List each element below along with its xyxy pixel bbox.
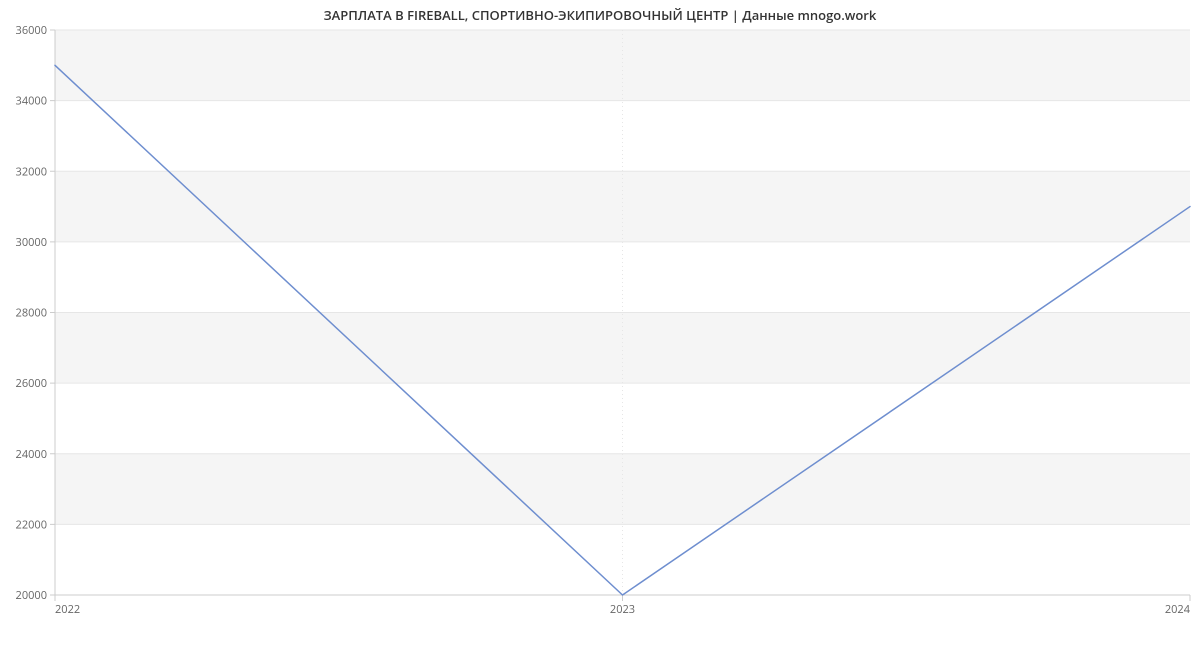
y-tick-label: 20000 [16,588,47,603]
y-tick-label: 28000 [16,306,47,321]
y-tick-label: 22000 [16,517,47,532]
x-tick-label: 2024 [1165,602,1191,617]
line-chart: 20000 22000 24000 26000 28000 30000 32000 34000… [0,0,1200,650]
y-tick-label: 24000 [16,447,47,462]
y-tick-label: 36000 [16,23,47,38]
x-tick-label: 2023 [610,602,635,617]
y-tick-label: 32000 [16,164,47,179]
y-tick-label: 34000 [16,94,47,109]
y-tick-label: 30000 [16,235,47,250]
plot-band [55,454,1190,525]
y-tick-label: 26000 [16,376,47,391]
chart-title: ЗАРПЛАТА В FIREBALL, СПОРТИВНО-ЭКИПИРОВО… [0,6,1200,24]
chart-container: ЗАРПЛАТА В FIREBALL, СПОРТИВНО-ЭКИПИРОВО… [0,0,1200,650]
x-tick-label: 2022 [55,602,80,617]
